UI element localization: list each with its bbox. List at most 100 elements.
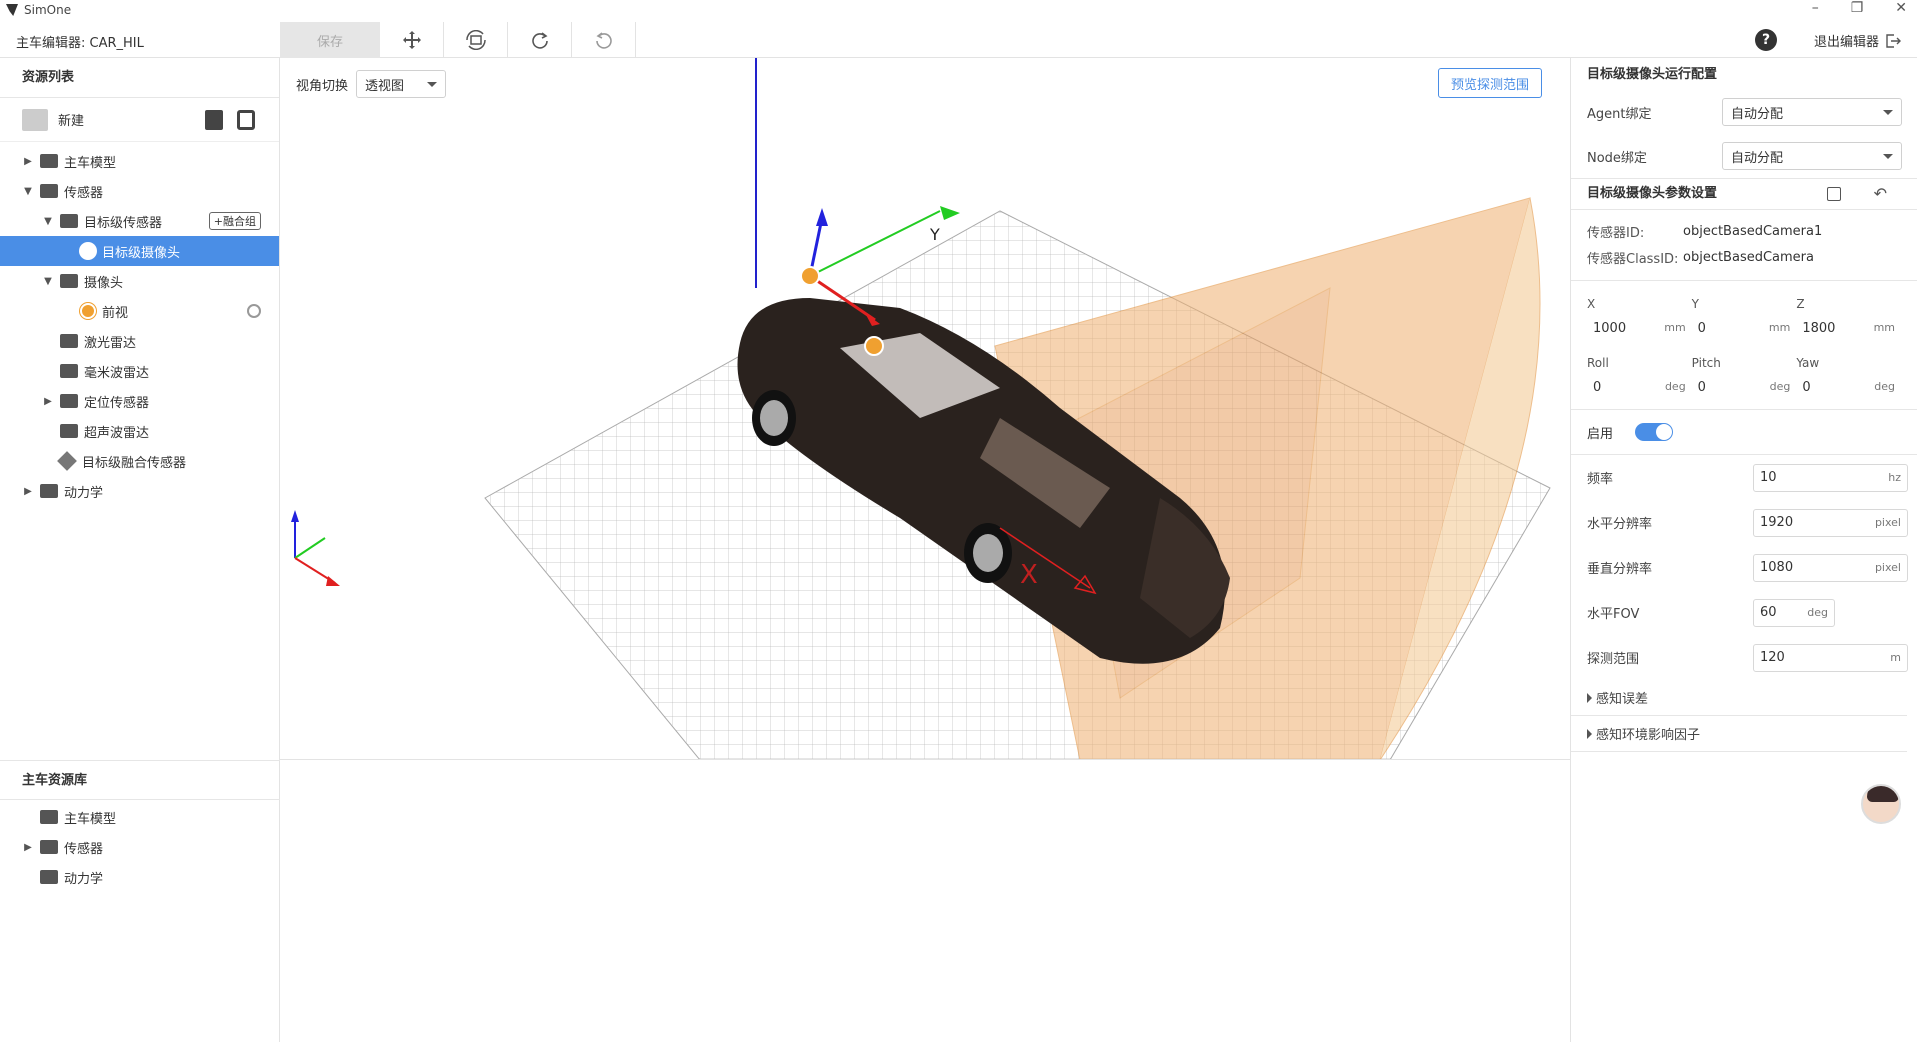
library-item-sensors[interactable]: ▶ 传感器	[0, 832, 280, 862]
folder-open-icon	[60, 274, 78, 288]
editor-title: 主车编辑器: CAR_HIL	[16, 36, 144, 51]
node-binding-select[interactable]: 自动分配	[1722, 142, 1902, 170]
roll-input[interactable]: 0 deg	[1587, 376, 1692, 399]
tree-item-ultrasonic[interactable]: 超声波雷达	[0, 416, 279, 446]
tree-item-label: 目标级传感器	[84, 215, 163, 231]
revert-icon[interactable]: ↶	[1874, 179, 1887, 209]
collapse-arrow-icon[interactable]: ▼	[42, 216, 54, 227]
tree-item-dynamics[interactable]: ▶ 动力学	[0, 476, 279, 506]
view-mode-select[interactable]: 透视图	[356, 70, 447, 98]
y-unit: mm	[1768, 321, 1791, 334]
run-config-title: 目标级摄像头运行配置	[1587, 67, 1718, 82]
fusion-sensor-icon	[57, 451, 77, 471]
yaw-unit: deg	[1874, 380, 1896, 393]
camera-reset-tool-button[interactable]	[444, 22, 508, 58]
preview-range-button[interactable]: 预览探测范围	[1437, 68, 1542, 98]
collapse-arrow-icon[interactable]: ▼	[22, 186, 34, 197]
tree-item-object-camera[interactable]: 目标级摄像头	[0, 236, 279, 266]
pitch-value: 0	[1697, 380, 1706, 395]
agent-binding-label: Agent绑定	[1587, 106, 1652, 122]
tree-item-label: 目标级融合传感器	[82, 455, 187, 471]
resource-library: 主车资源库 主车模型 ▶ 传感器 动力学	[0, 760, 280, 892]
pitch-unit: deg	[1769, 380, 1791, 393]
agent-binding-select[interactable]: 自动分配	[1722, 98, 1902, 126]
tree-item-label: 主车模型	[64, 155, 117, 171]
tree-item-lidar[interactable]: 激光雷达	[0, 326, 279, 356]
y-input[interactable]: 0 mm	[1692, 317, 1797, 340]
exit-editor-button[interactable]: 退出编辑器	[1814, 31, 1901, 50]
save-params-icon[interactable]	[1827, 187, 1841, 201]
save-button[interactable]: 保存	[280, 22, 380, 58]
detect-range-value: 120	[1760, 650, 1785, 665]
restore-button[interactable]: ❐	[1851, 0, 1864, 16]
roll-value: 0	[1593, 380, 1602, 395]
library-item-dynamics[interactable]: 动力学	[0, 862, 280, 892]
tree-item-sensors[interactable]: ▼ 传感器	[0, 176, 279, 206]
left-panel: 资源列表 新建 ▶ 主车模型 ▼ 传感器 ▼ 目标级传感器 +融合组 目标级摄像…	[0, 58, 280, 1042]
folder-open-icon	[60, 214, 78, 228]
detect-range-row: 探测范围 120 m	[1571, 635, 1917, 680]
detect-range-unit: m	[1890, 651, 1901, 664]
library-tree: 主车模型 ▶ 传感器 动力学	[0, 802, 280, 892]
folder-icon	[40, 870, 58, 884]
chevron-down-icon	[427, 81, 438, 87]
disabled-icon[interactable]	[247, 304, 261, 318]
detect-range-label: 探测范围	[1587, 652, 1640, 667]
x-value: 1000	[1593, 321, 1627, 336]
redo-tool-button[interactable]	[508, 22, 572, 58]
tree-item-cameras[interactable]: ▼ 摄像头	[0, 266, 279, 296]
tree-item-label: 传感器	[64, 841, 104, 857]
tree-item-label: 主车模型	[64, 811, 117, 827]
camera-reset-icon	[465, 30, 486, 50]
minimize-button[interactable]: –	[1812, 0, 1819, 16]
params-title: 目标级摄像头参数设置 ↶	[1571, 179, 1917, 209]
yaw-input[interactable]: 0 deg	[1796, 376, 1901, 399]
h-resolution-label: 水平分辨率	[1587, 517, 1653, 532]
perception-error-section[interactable]: 感知误差	[1571, 680, 1907, 716]
assistant-avatar[interactable]	[1861, 784, 1901, 824]
tree-item-fusion-sensor[interactable]: 目标级融合传感器	[0, 446, 279, 476]
expand-arrow-icon[interactable]: ▶	[22, 842, 34, 853]
tree-item-object-sensors[interactable]: ▼ 目标级传感器 +融合组	[0, 206, 279, 236]
expand-arrow-icon[interactable]: ▶	[22, 156, 34, 167]
env-factor-label: 感知环境影响因子	[1596, 728, 1701, 743]
frequency-unit: hz	[1888, 471, 1901, 484]
roll-unit: deg	[1664, 380, 1686, 393]
folder-icon	[40, 154, 58, 168]
copy-icon[interactable]	[237, 110, 255, 130]
tree-item-radar[interactable]: 毫米波雷达	[0, 356, 279, 386]
h-resolution-value: 1920	[1760, 515, 1794, 530]
env-factor-section[interactable]: 感知环境影响因子	[1571, 716, 1907, 752]
frequency-input[interactable]: 10 hz	[1753, 463, 1908, 492]
frequency-value: 10	[1760, 470, 1777, 485]
z-input[interactable]: 1800 mm	[1796, 317, 1901, 340]
fusion-group-badge[interactable]: +融合组	[208, 212, 261, 230]
collapse-arrow-icon[interactable]: ▼	[42, 276, 54, 287]
close-button[interactable]: ✕	[1895, 0, 1907, 16]
tree-item-front-camera[interactable]: 前视	[0, 296, 279, 326]
move-tool-button[interactable]	[380, 22, 444, 58]
x-input[interactable]: 1000 mm	[1587, 317, 1692, 340]
tree-item-vehicle-model[interactable]: ▶ 主车模型	[0, 146, 279, 176]
exit-icon	[1886, 33, 1901, 48]
h-fov-input[interactable]: 60 deg	[1753, 598, 1835, 627]
enable-toggle[interactable]	[1635, 423, 1674, 441]
expand-arrow-icon[interactable]: ▶	[22, 486, 34, 497]
h-resolution-input[interactable]: 1920 pixel	[1753, 508, 1908, 537]
3d-viewport[interactable]: 视角切换 透视图 预览探测范围 Y X	[280, 58, 1570, 760]
help-button[interactable]: ?	[1755, 29, 1777, 51]
detect-range-input[interactable]: 120 m	[1753, 643, 1908, 672]
new-button[interactable]: 新建	[22, 108, 84, 131]
undo-tool-button[interactable]	[572, 22, 636, 58]
v-resolution-value: 1080	[1760, 560, 1794, 575]
trash-icon[interactable]	[205, 110, 223, 130]
position-fields: X 1000 mm Y 0 mm Z 1800 mm	[1571, 297, 1917, 340]
tree-item-label: 激光雷达	[84, 335, 137, 351]
tree-item-positioning[interactable]: ▶ 定位传感器	[0, 386, 279, 416]
pitch-input[interactable]: 0 deg	[1692, 376, 1797, 399]
expand-arrow-icon[interactable]: ▶	[42, 396, 54, 407]
v-resolution-input[interactable]: 1080 pixel	[1753, 553, 1908, 582]
frequency-row: 频率 10 hz	[1571, 455, 1917, 500]
rotation-fields: Roll 0 deg Pitch 0 deg Yaw 0 deg	[1571, 356, 1917, 399]
library-item-vehicle-model[interactable]: 主车模型	[0, 802, 280, 832]
